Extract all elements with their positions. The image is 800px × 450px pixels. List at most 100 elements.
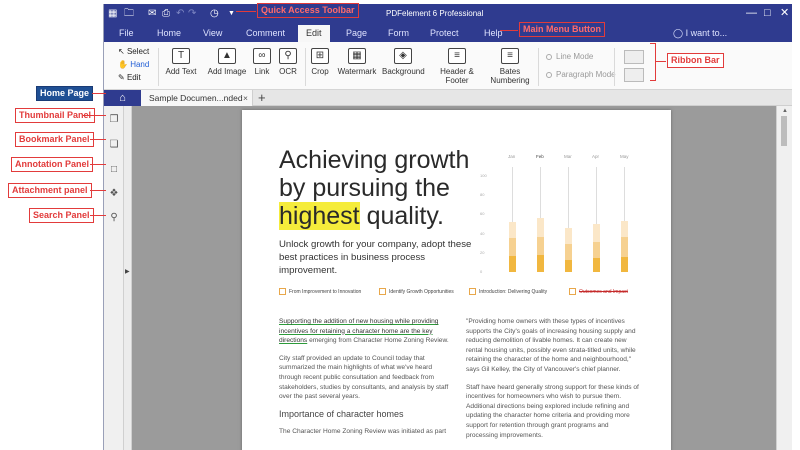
menu-home[interactable]: Home [157, 28, 181, 38]
document-tab-bar: ⌂ Sample Documen...nded × + [104, 90, 792, 106]
bates-numbering-button[interactable]: ≡ Bates Numbering [490, 48, 530, 85]
menu-file[interactable]: File [119, 28, 134, 38]
bullet-item-struck: Outcomes and Impact [569, 288, 628, 295]
search-icon[interactable]: ⚲ [108, 212, 120, 224]
bar-segment [592, 242, 600, 258]
scroll-thumb[interactable] [781, 116, 787, 146]
menu-edit[interactable]: Edit [298, 25, 330, 42]
crop-button[interactable]: ⊞ Crop [310, 48, 330, 76]
headline-line-1: Achieving growth [279, 146, 470, 174]
bullet-label: Introduction: Delivering Quality [479, 289, 548, 295]
menu-page[interactable]: Page [346, 28, 367, 38]
document-view[interactable]: Achieving growth by pursuing the highest… [132, 106, 776, 450]
menu-view[interactable]: View [203, 28, 222, 38]
distribute-dropdown[interactable] [624, 68, 644, 82]
document-tab-label: Sample Documen...nded [149, 93, 243, 103]
bar-segment [536, 254, 544, 272]
minimize-button[interactable]: — [746, 6, 757, 21]
line-mode-option[interactable]: Line Mode [546, 52, 593, 61]
bar-segment [564, 259, 572, 272]
hand-tool[interactable]: ✋ Hand [118, 60, 149, 69]
edit-tool[interactable]: ✎ Edit [118, 73, 141, 82]
ribbon-separator [538, 48, 539, 86]
y-tick-label: 20 [480, 249, 485, 255]
attachment-callout: Attachment panel [8, 183, 92, 198]
ocr-button[interactable]: ⚲ OCR [277, 48, 299, 76]
bullet-label: From Improvement to Innovation [289, 289, 362, 295]
select-tool[interactable]: ↖ Select [118, 47, 149, 56]
expand-arrow-icon[interactable]: ▶ [125, 268, 130, 275]
vertical-scrollbar[interactable]: ▲ [776, 106, 792, 450]
bar-segment [508, 255, 516, 272]
link-button[interactable]: ∞ Link [252, 48, 272, 76]
background-icon: ◈ [394, 48, 412, 64]
menu-protect[interactable]: Protect [430, 28, 459, 38]
header-footer-icon: ≡ [448, 48, 466, 64]
attachment-icon[interactable]: ❖ [108, 188, 120, 200]
radio-icon [546, 54, 552, 60]
add-text-button[interactable]: T Add Text [164, 48, 198, 76]
bar-segment [536, 237, 544, 255]
menu-comment[interactable]: Comment [246, 28, 285, 38]
edit-label: Edit [126, 73, 141, 82]
add-image-label: Add Image [207, 67, 247, 76]
headline-line-3: quality. [359, 202, 444, 230]
print-icon[interactable]: ⎙ [162, 7, 170, 21]
close-button[interactable]: ✕ [780, 6, 789, 21]
history-icon[interactable]: ◷ [210, 7, 219, 21]
ribbon-separator [305, 48, 306, 86]
scroll-up-icon[interactable]: ▲ [782, 108, 788, 114]
line-mode-label: Line Mode [556, 52, 594, 61]
dropdown-icon[interactable]: ▼ [228, 7, 235, 21]
annotation-icon[interactable]: □ [108, 164, 120, 176]
new-tab-button[interactable]: + [258, 90, 266, 105]
bullet-item: Identify Growth Opportunities [379, 288, 454, 295]
paragraph-text: Staff have heard generally strong suppor… [466, 383, 639, 439]
menu-form[interactable]: Form [388, 28, 409, 38]
ribbon-separator [158, 48, 159, 86]
x-tick-label: Mar [564, 154, 572, 159]
watermark-button[interactable]: ▦ Watermark [337, 48, 377, 76]
hand-icon: ✋ [118, 60, 128, 69]
document-tab[interactable]: Sample Documen...nded × [141, 90, 253, 106]
redo-icon[interactable]: ↷ [188, 7, 196, 21]
left-column: Supporting the addition of new housing w… [279, 317, 454, 445]
home-page-callout: Home Page [36, 86, 94, 101]
maximize-button[interactable]: □ [764, 6, 771, 21]
callout-arrow [90, 164, 106, 165]
paragraph-mode-option[interactable]: Paragraph Mode [546, 70, 616, 79]
section-heading: Importance of character homes [279, 408, 404, 419]
bookmark-icon[interactable]: ❏ [108, 139, 120, 151]
paragraph-text: City staff provided an update to Council… [279, 354, 449, 401]
logo-icon: ▦ [108, 8, 118, 19]
image-icon: ▲ [218, 48, 236, 64]
undo-icon[interactable]: ↶ [176, 7, 184, 21]
ribbon-separator [614, 48, 615, 86]
pdf-page[interactable]: Achieving growth by pursuing the highest… [242, 110, 671, 450]
bullet-item: From Improvement to Innovation [279, 288, 361, 295]
checkbox-icon [469, 288, 476, 295]
close-tab-icon[interactable]: × [243, 90, 248, 106]
panel-collapse-strip[interactable]: ▶ [124, 106, 132, 450]
home-tab[interactable]: ⌂ [104, 90, 141, 106]
text-box-icon: T [172, 48, 190, 64]
i-want-to-search[interactable]: ◯ I want to... [673, 28, 727, 39]
bullet-item: Introduction: Delivering Quality [469, 288, 547, 295]
bar-segment [620, 237, 628, 257]
select-label: Select [126, 47, 150, 56]
bates-numbering-icon: ≡ [501, 48, 519, 64]
bates-numbering-label: Bates Numbering [490, 67, 530, 85]
callout-arrow [656, 61, 666, 62]
align-dropdown[interactable] [624, 50, 644, 64]
header-footer-button[interactable]: ≡ Header & Footer [429, 48, 485, 85]
callout-arrow [90, 139, 106, 140]
add-image-button[interactable]: ▲ Add Image [207, 48, 247, 76]
y-tick-label: 40 [480, 230, 485, 236]
thumbnail-icon[interactable]: ❐ [108, 114, 120, 126]
background-button[interactable]: ◈ Background [382, 48, 425, 76]
mail-icon[interactable]: ✉ [148, 7, 156, 21]
callout-arrow [92, 93, 106, 94]
bar-chart: 100 80 60 40 20 0 Jan Feb Mar Apr May [480, 154, 638, 274]
folder-icon[interactable]: 🗀 [124, 7, 134, 21]
main-menu: File Home View Comment Edit Page Form Pr… [104, 24, 792, 42]
